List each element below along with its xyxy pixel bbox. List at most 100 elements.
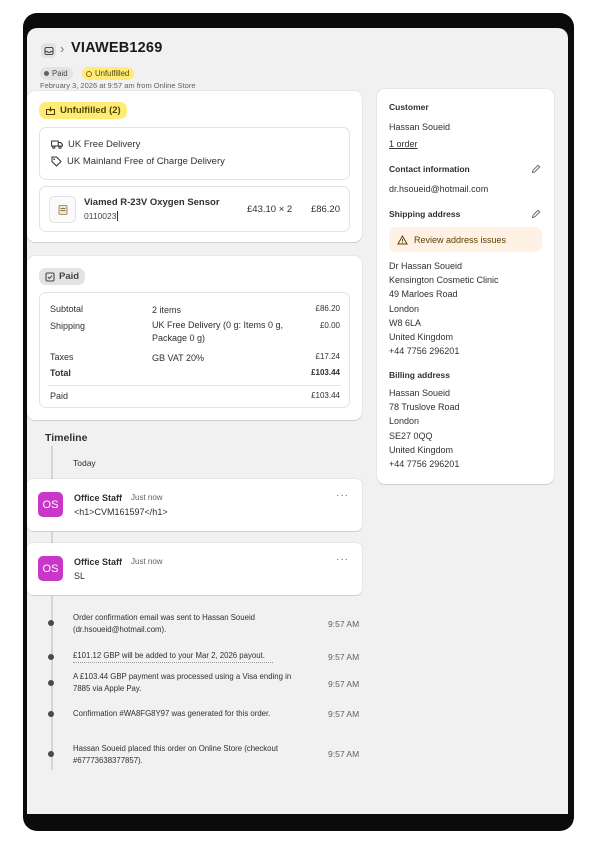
timeline-event-dot (48, 620, 54, 626)
comment-time: Just now (131, 493, 163, 502)
payment-row-label: Shipping (50, 321, 86, 331)
comment-text: <h1>CVM161597</h1> (74, 507, 168, 517)
address-line: Kensington Cosmetic Clinic (389, 275, 499, 286)
timeline-event-text: Order confirmation email was sent to Has… (73, 613, 256, 634)
status-dot-icon (44, 71, 49, 76)
customer-orders-link[interactable]: 1 order (389, 137, 418, 151)
shipping-address-heading: Shipping address (389, 209, 461, 219)
payment-row-label: Subtotal (50, 304, 84, 314)
unfulfilled-badge: Unfulfilled (2) (39, 102, 127, 119)
payment-row-value: £0.00 (319, 321, 340, 330)
comment-author: Office Staff (74, 493, 123, 503)
billing-address-block: Hassan Soueid 78 Truslove Road London SE… (389, 386, 460, 471)
unfulfilled-badge-label: Unfulfilled (2) (60, 105, 121, 116)
payment-row-detail: UK Free Delivery (0 g: Items 0 g, Packag… (152, 320, 284, 343)
line-item: Viamed R-23V Oxygen Sensor 0110023 £43.1… (39, 186, 350, 232)
payment-row-label: Paid (50, 391, 69, 401)
payment-row-detail: GB VAT 20% (152, 353, 205, 363)
pencil-icon[interactable] (531, 209, 541, 219)
address-line: London (389, 303, 420, 314)
status-ring-icon (86, 70, 92, 77)
comment-author: Office Staff (74, 557, 123, 567)
avatar-initials: OS (42, 562, 59, 575)
payment-row-value: £103.44 (311, 368, 340, 377)
billing-address-heading: Billing address (389, 370, 450, 380)
payment-row-label: Taxes (50, 352, 74, 362)
address-line: SE27 0QQ (389, 430, 433, 441)
address-line: +44 7756 296201 (389, 346, 460, 357)
order-title: VIAWEB1269 (71, 40, 163, 56)
fulfillment-status-badge: Unfulfilled (82, 67, 135, 80)
paid-status-label: Paid (52, 69, 68, 78)
item-name-link[interactable]: Viamed R-23V Oxygen Sensor (84, 197, 220, 208)
timeline-event-dot (48, 751, 54, 757)
pencil-icon[interactable] (531, 164, 541, 174)
tag-icon (51, 156, 62, 167)
address-line: Hassan Soueid (389, 388, 451, 398)
customer-email-link[interactable]: dr.hsoueid@hotmail.com (389, 182, 488, 196)
divider (48, 385, 341, 386)
payment-row-value: £103.44 (311, 391, 340, 400)
payment-row-detail: 2 items (152, 305, 182, 315)
payment-row-value: £86.20 (315, 304, 340, 313)
timeline-event-text: Confirmation #WA8FG8Y97 was generated fo… (73, 709, 271, 718)
customer-heading: Customer (389, 102, 429, 112)
timeline-date-label: Today (73, 458, 96, 468)
timeline-event-dot (48, 680, 54, 686)
customer-card: Customer Hassan Soueid 1 order Contact i… (377, 89, 554, 484)
timeline-heading: Timeline (45, 432, 88, 444)
timeline-event-text[interactable]: A £103.44 GBP payment was processed usin… (73, 671, 309, 695)
item-price-quantity: £43.10 × 2 (247, 204, 293, 215)
shipping-rate-name: UK Mainland Free of Charge Delivery (67, 156, 225, 167)
breadcrumb-separator: › (60, 41, 65, 56)
address-line: 49 Marloes Road (389, 289, 458, 300)
shipping-method-row: UK Free Delivery (51, 139, 140, 150)
warning-icon (397, 234, 408, 244)
unfulfilled-card: Unfulfilled (2) UK Free Delivery UK Main… (27, 91, 362, 242)
timeline-event-text: Hassan Soueid placed this order on Onlin… (73, 744, 279, 765)
shipping-address-block: Dr Hassan Soueid Kensington Cosmetic Cli… (389, 259, 499, 358)
fulfillment-status-label: Unfulfilled (95, 69, 130, 78)
payment-summary: Subtotal 2 items £86.20 Shipping UK Free… (39, 292, 350, 408)
payment-card: Paid Subtotal 2 items £86.20 Shipping UK… (27, 256, 362, 420)
address-line: W8 6LA (389, 317, 422, 328)
comment-time: Just now (131, 557, 163, 566)
payment-paid-badge: Paid (39, 268, 86, 285)
customer-name-link[interactable]: Hassan Soueid (389, 120, 450, 134)
timeline-line (51, 531, 53, 543)
order-page: › VIAWEB1269 Paid Unfulfilled February 3… (27, 28, 568, 814)
review-address-label: Review address issues (414, 234, 507, 245)
address-line: Dr Hassan Soueid (389, 261, 463, 271)
shipping-rate-row: UK Mainland Free of Charge Delivery (51, 156, 225, 167)
timeline-event-time: 9:57 AM (328, 619, 360, 629)
timeline-event-time: 9:57 AM (328, 749, 360, 759)
payment-paid-label: Paid (59, 271, 80, 282)
timeline-line (51, 446, 53, 480)
inbox-icon[interactable] (41, 43, 56, 58)
timeline-event-text[interactable]: £101.12 GBP will be added to your Mar 2,… (73, 650, 273, 663)
contact-heading: Contact information (389, 164, 470, 174)
avatar-initials: OS (42, 498, 59, 511)
review-address-banner[interactable]: Review address issues (389, 227, 542, 252)
shipping-method-box: UK Free Delivery UK Mainland Free of Cha… (39, 127, 350, 180)
timeline-comment: OS Office Staff Just now SL ··· (27, 543, 362, 595)
product-thumbnail-icon[interactable] (49, 196, 76, 223)
order-date: February 3, 2026 at 9:57 am from Online … (40, 81, 196, 90)
timeline-event-dot (48, 654, 54, 660)
address-line: +44 7756 296201 (389, 459, 460, 470)
address-line: 78 Truslove Road (389, 402, 460, 413)
timeline-event-dot (48, 711, 54, 717)
shipping-method-name: UK Free Delivery (68, 139, 141, 150)
item-total: £86.20 (310, 204, 340, 215)
comment-text: SL (74, 571, 86, 581)
more-actions-icon[interactable]: ··· (336, 554, 349, 565)
timeline-event-time: 9:57 AM (328, 652, 360, 662)
timeline-event-time: 9:57 AM (328, 679, 360, 689)
timeline-event-time: 9:57 AM (328, 709, 360, 719)
paid-check-icon (45, 271, 55, 282)
payment-row-label: Total (50, 368, 71, 378)
more-actions-icon[interactable]: ··· (336, 490, 349, 501)
paid-status-badge: Paid (40, 67, 73, 80)
address-line: United Kingdom (389, 332, 454, 343)
timeline-comment: OS Office Staff Just now <h1>CVM161597</… (27, 479, 362, 531)
